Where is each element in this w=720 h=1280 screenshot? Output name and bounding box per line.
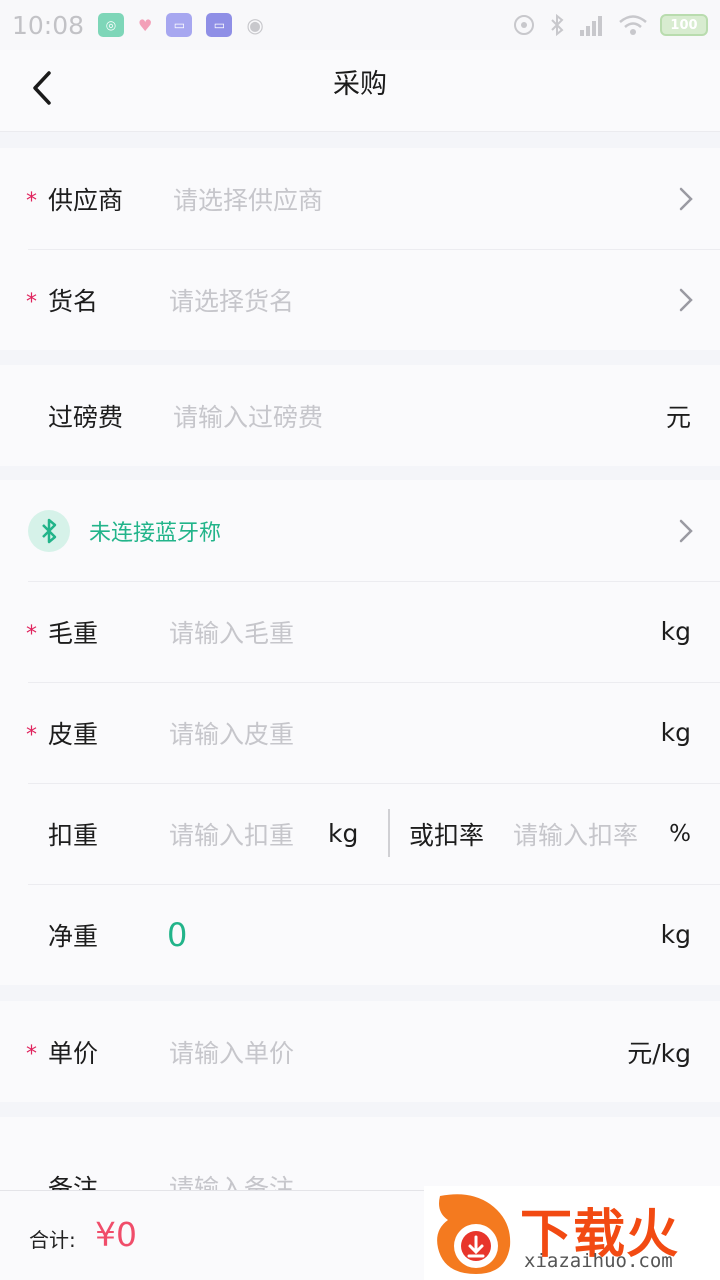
- weigh-fee-card: 过磅费 请输入过磅费 元: [0, 365, 720, 466]
- required-mark: *: [26, 621, 37, 647]
- unit-price-row: * 单价 请输入单价 元/kg: [0, 1001, 720, 1102]
- app-notification-icon: ▭: [166, 13, 193, 37]
- chevron-right-icon: [679, 187, 693, 210]
- unit-price-input[interactable]: 请输入单价: [169, 1034, 294, 1070]
- heart-icon: ♥: [138, 15, 153, 35]
- wifi-icon: [619, 15, 647, 35]
- supplier-goods-card: * 供应商 请选择供应商 * 货名 请选择货名: [0, 148, 720, 350]
- gross-weight-label: 毛重: [48, 618, 99, 648]
- deduct-rate-input[interactable]: 请输入扣率: [513, 816, 638, 852]
- status-bar: 10:08 ◎ ♥ ▭ ▭ ◉ 100: [0, 0, 720, 50]
- net-weight-unit: kg: [660, 920, 691, 949]
- gross-weight-unit: kg: [660, 617, 691, 646]
- deduct-rate-unit: %: [669, 820, 691, 847]
- price-card: * 单价 请输入单价 元/kg: [0, 1001, 720, 1102]
- net-weight-value: 0: [167, 915, 188, 954]
- bluetooth-status: 未连接蓝牙称: [89, 520, 222, 546]
- signal-icon: [580, 16, 602, 36]
- remark-card: 备注 请输入备注: [0, 1117, 720, 1190]
- weigh-fee-row: 过磅费 请输入过磅费 元: [0, 365, 720, 466]
- bluetooth-status-icon: [551, 13, 564, 37]
- supplier-picker[interactable]: 请选择供应商: [173, 181, 323, 217]
- status-right: 100: [512, 13, 708, 37]
- weight-card: 未连接蓝牙称 * 毛重 请输入毛重 kg * 皮重 请输入皮重 kg 扣重 请输…: [0, 480, 720, 985]
- hotspot-icon: [514, 15, 534, 35]
- deduct-weight-unit: kg: [328, 819, 359, 848]
- tare-weight-label: 皮重: [48, 719, 99, 749]
- supplier-label: 供应商: [48, 185, 124, 215]
- deduct-row: 扣重 请输入扣重 kg 或扣率 请输入扣率 %: [0, 783, 720, 884]
- deduct-weight-input[interactable]: 请输入扣重: [169, 816, 294, 852]
- remark-label: 备注: [48, 1174, 99, 1190]
- deduct-label: 扣重: [48, 820, 99, 850]
- chevron-right-icon: [679, 519, 693, 542]
- total-label: 合计:: [29, 1228, 76, 1252]
- page-title: 采购: [333, 69, 387, 100]
- divider: [388, 809, 390, 857]
- chevron-right-icon: [679, 288, 693, 311]
- watermark: 下载火 xiazaihuo.com: [424, 1186, 720, 1280]
- flame-logo-icon: [437, 1194, 511, 1274]
- tare-weight-input[interactable]: 请输入皮重: [169, 715, 294, 751]
- net-weight-label: 净重: [48, 921, 99, 951]
- bluetooth-icon: [28, 509, 70, 552]
- app-notification-icon-2: ▭: [206, 13, 233, 37]
- goods-row[interactable]: * 货名 请选择货名: [0, 249, 720, 350]
- unit-price-label: 单价: [48, 1038, 99, 1068]
- android-icon: ◉: [246, 13, 264, 37]
- total-value: ¥0: [95, 1215, 137, 1254]
- net-weight-row: 净重 0 kg: [0, 884, 720, 985]
- goods-label: 货名: [48, 286, 99, 316]
- unit-price-unit: 元/kg: [627, 1038, 691, 1068]
- nav-bar: 采购: [0, 50, 720, 132]
- watermark-url: xiazaihuo.com: [524, 1250, 673, 1272]
- required-mark: *: [26, 1041, 37, 1067]
- weigh-fee-input[interactable]: 请输入过磅费: [173, 398, 323, 434]
- required-mark: *: [26, 188, 37, 214]
- weigh-fee-label: 过磅费: [48, 402, 124, 432]
- goods-picker[interactable]: 请选择货名: [169, 282, 294, 318]
- gross-weight-input[interactable]: 请输入毛重: [169, 614, 294, 650]
- bluetooth-scale-row[interactable]: 未连接蓝牙称: [0, 480, 720, 581]
- remark-input[interactable]: 请输入备注: [169, 1169, 294, 1190]
- tare-weight-row: * 皮重 请输入皮重 kg: [0, 682, 720, 783]
- deduct-rate-label: 或扣率: [409, 820, 485, 850]
- status-time: 10:08: [12, 10, 85, 40]
- required-mark: *: [26, 289, 37, 315]
- required-mark: *: [26, 722, 37, 748]
- remark-row: 备注 请输入备注: [0, 1117, 720, 1190]
- supplier-row[interactable]: * 供应商 请选择供应商: [0, 148, 720, 249]
- weigh-fee-unit: 元: [665, 402, 691, 432]
- tare-weight-unit: kg: [660, 718, 691, 747]
- gross-weight-row: * 毛重 请输入毛重 kg: [0, 581, 720, 682]
- compass-app-icon: ◎: [98, 13, 125, 37]
- battery-icon: 100: [660, 14, 708, 36]
